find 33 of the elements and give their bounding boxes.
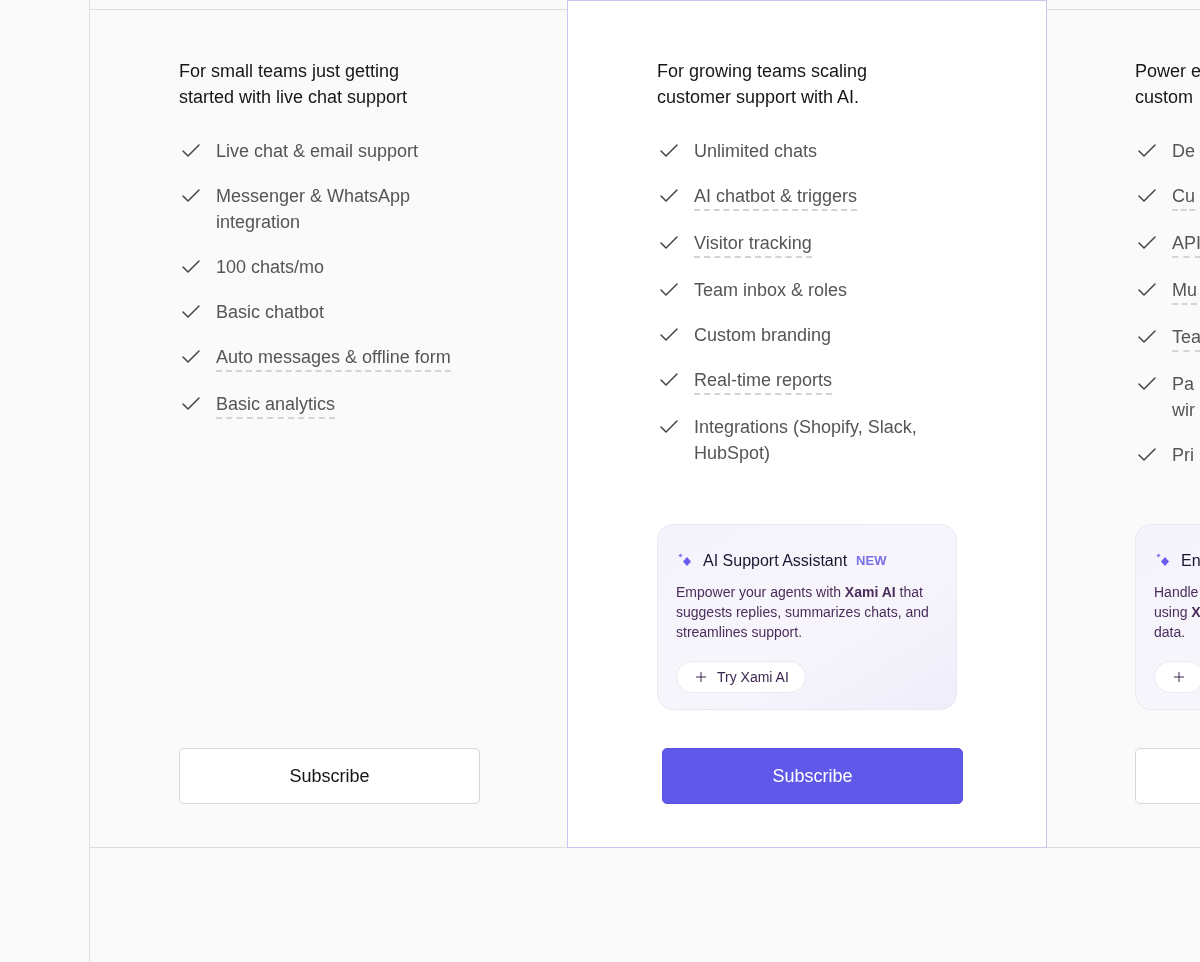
feature-text: Pri <box>1172 444 1194 467</box>
feature-text: Custom branding <box>694 324 832 347</box>
plan-description: Power e custom <box>1135 60 1200 109</box>
feature-text: API <box>1172 230 1200 258</box>
card-title: AI Support Assistant <box>703 551 848 571</box>
feature-text: Mu <box>1172 277 1197 305</box>
feature-text: Real-time reports <box>694 367 833 395</box>
new-label: NEW <box>856 552 887 571</box>
feature-text: AI chatbot & triggers <box>694 183 858 211</box>
feature-text: Visitor tracking <box>694 230 812 258</box>
feature-text: De <box>1172 140 1195 163</box>
feature-text: Messenger & WhatsApp integration <box>216 185 411 234</box>
feature-text: Unlimited chats <box>694 140 818 163</box>
feature-text: Team inbox & roles <box>694 279 848 302</box>
try-ai-button[interactable]: Try Xami AI <box>676 661 806 693</box>
card-description: Handle using X data. <box>1154 583 1200 642</box>
plan-description: For growing teams scaling customer support with AI. <box>657 60 869 109</box>
try-ai-button[interactable] <box>1154 661 1200 693</box>
feature-text: 100 chats/mo <box>216 256 325 279</box>
card-description: Empower your agents with Xami AI that suggests replies, summarizes chats, and streamlines support. <box>676 583 930 642</box>
feature-text: Auto messages & offline form <box>216 344 451 372</box>
subscribe-button[interactable]: Subscribe <box>662 748 963 804</box>
plus-icon <box>1171 669 1187 685</box>
card-title: En <box>1181 551 1200 571</box>
feature-text: Cu <box>1172 183 1195 211</box>
feature-text: Integrations (Shopify, Slack, HubSpot) <box>694 416 917 465</box>
plan-description: For small teams just getting started with live chat support <box>179 60 409 109</box>
feature-text: Basic analytics <box>216 391 336 419</box>
plus-icon <box>693 669 709 685</box>
subscribe-button[interactable]: Subscribe <box>179 748 480 804</box>
feature-text: Live chat & email support <box>216 140 419 163</box>
feature-text: Pa wir <box>1172 373 1195 422</box>
feature-text: Basic chatbot <box>216 301 325 324</box>
